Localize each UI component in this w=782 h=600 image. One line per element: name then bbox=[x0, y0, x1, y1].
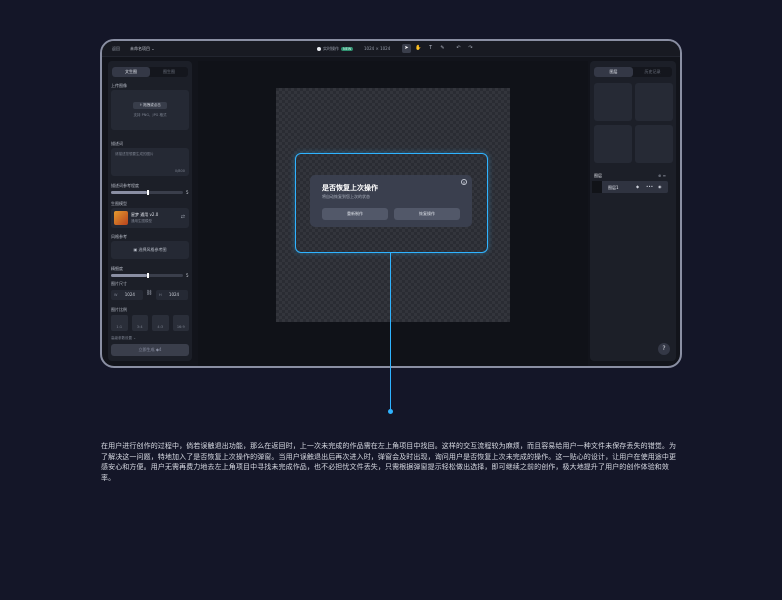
ratio-label: 图片比例 bbox=[111, 307, 127, 312]
upload-area[interactable]: ⇪ 拖拽或点击 支持 PNG、JPG 格式 bbox=[111, 90, 189, 130]
restore-dialog: 是否恢复上次操作 将自动恢复到您上次的状态 × 重新制作 恢复操作 bbox=[310, 175, 472, 227]
ratio-option[interactable]: 1:1 bbox=[111, 315, 128, 331]
back-button[interactable]: 返回 bbox=[112, 46, 120, 52]
live-mode-toggle[interactable]: 实时操作 NEW bbox=[317, 46, 354, 52]
link-icon[interactable]: ⛓ bbox=[146, 290, 152, 296]
layer-thumbnail bbox=[592, 181, 602, 193]
undo-icon[interactable]: ↶ bbox=[454, 44, 463, 53]
layer-name: 图层1 bbox=[608, 185, 619, 190]
brush-icon[interactable]: ✎ bbox=[438, 44, 447, 53]
right-tabs: 图层 历史记录 bbox=[594, 67, 672, 77]
new-badge: NEW bbox=[341, 47, 354, 51]
tab-layers[interactable]: 图层 bbox=[594, 67, 633, 77]
chevron-down-icon: ⌄ bbox=[133, 336, 137, 340]
prompt-placeholder: 请描述您想要生成的图片 bbox=[115, 152, 154, 156]
restore-button[interactable]: 恢复操作 bbox=[394, 208, 460, 220]
tab-image-to-image[interactable]: 图生图 bbox=[150, 67, 188, 77]
model-thumbnail bbox=[114, 211, 128, 225]
description-text: 在用户进行创作的过程中，倘若误触退出功能，那么在返回时，上一次未完成的作品需在左… bbox=[101, 442, 677, 482]
style-reference-button[interactable]: ▣ 选择风格参考图 bbox=[111, 241, 189, 259]
redo-icon[interactable]: ↷ bbox=[466, 44, 475, 53]
live-label: 实时操作 bbox=[323, 46, 339, 51]
annotation-dot bbox=[388, 409, 393, 414]
ratio-option[interactable]: 3:4 bbox=[131, 315, 148, 331]
detail-slider[interactable] bbox=[111, 273, 183, 278]
detail-label: 精细度 bbox=[111, 266, 123, 271]
layer-row[interactable]: 图层1 ◆ ••• ◉ bbox=[592, 181, 668, 193]
model-name: 星梦 通用 v2.0 bbox=[131, 212, 159, 217]
top-toolbar: 返回 未命名项目 ⌄ 实时操作 NEW 1024 × 1024 ➤ ✋ T ✎ … bbox=[102, 41, 680, 57]
lock-icon[interactable]: ◆ bbox=[636, 184, 639, 189]
style-button-content: ▣ 选择风格参考图 bbox=[133, 247, 167, 252]
upload-button[interactable]: ⇪ 拖拽或点击 bbox=[133, 102, 167, 109]
hand-icon[interactable]: ✋ bbox=[414, 44, 423, 53]
prompt-input[interactable]: 请描述您想要生成的图片 0/800 bbox=[111, 148, 189, 176]
prompt-count: 0/800 bbox=[174, 169, 185, 173]
toggle-icon bbox=[317, 47, 321, 51]
text-icon[interactable]: T bbox=[426, 44, 435, 53]
slider-handle[interactable] bbox=[147, 190, 149, 195]
preset-tile[interactable] bbox=[635, 125, 673, 163]
more-icon[interactable]: ••• bbox=[646, 184, 653, 189]
advanced-settings-toggle[interactable]: 高级参数设置 ⌄ bbox=[111, 336, 136, 341]
annotation-line bbox=[390, 253, 391, 409]
cursor-icon[interactable]: ➤ bbox=[402, 44, 411, 53]
remake-button[interactable]: 重新制作 bbox=[322, 208, 388, 220]
slider-handle[interactable] bbox=[147, 273, 149, 278]
model-desc: 通用生图模型 bbox=[131, 219, 152, 223]
height-input[interactable]: H 1024 bbox=[156, 290, 188, 300]
width-input[interactable]: W 1024 bbox=[111, 290, 143, 300]
help-button[interactable]: ? bbox=[658, 343, 670, 355]
ref-strength-value: 5 bbox=[186, 190, 189, 195]
layers-label: 图层 bbox=[594, 173, 602, 178]
mode-tabs: 文生图 图生图 bbox=[112, 67, 188, 77]
upload-hint: 支持 PNG、JPG 格式 bbox=[133, 113, 167, 117]
upload-label: 上传图像 bbox=[111, 83, 127, 88]
dialog-title: 是否恢复上次操作 bbox=[322, 184, 378, 192]
project-name[interactable]: 未命名项目 ⌄ bbox=[130, 46, 155, 52]
model-selector[interactable]: 星梦 通用 v2.0 通用生图模型 ⇄ bbox=[111, 208, 189, 228]
right-layers-panel: 图层 历史记录 图层 ⊕ ≡ 图层1 ◆ ••• ◉ ? bbox=[590, 61, 676, 361]
dialog-subtitle: 将自动恢复到您上次的状态 bbox=[322, 194, 370, 199]
tool-group: ➤ ✋ T ✎ ↶ ↷ bbox=[402, 44, 475, 53]
eye-icon[interactable]: ◉ bbox=[658, 184, 662, 189]
ratio-option[interactable]: 16:9 bbox=[172, 315, 189, 331]
canvas-size-selector[interactable]: 1024 × 1024 bbox=[364, 46, 390, 51]
close-icon[interactable]: × bbox=[461, 179, 467, 185]
tab-text-to-image[interactable]: 文生图 bbox=[112, 67, 150, 77]
ref-strength-label: 描述词参考程度 bbox=[111, 183, 139, 188]
size-label: 图片尺寸 bbox=[111, 281, 127, 286]
swap-icon: ⇄ bbox=[180, 214, 185, 220]
preset-tile[interactable] bbox=[594, 83, 632, 121]
prompt-label: 描述词 bbox=[111, 141, 123, 146]
layer-actions[interactable]: ⊕ ≡ bbox=[658, 173, 666, 178]
detail-value: 5 bbox=[186, 273, 189, 278]
style-label: 风格参考 bbox=[111, 234, 127, 239]
preset-tile[interactable] bbox=[635, 83, 673, 121]
ref-strength-slider[interactable] bbox=[111, 190, 183, 195]
ratio-options: 1:1 3:4 4:3 16:9 bbox=[111, 315, 189, 331]
left-settings-panel: 文生图 图生图 上传图像 ⇪ 拖拽或点击 支持 PNG、JPG 格式 描述词 请… bbox=[108, 61, 192, 361]
ratio-option[interactable]: 4:3 bbox=[152, 315, 169, 331]
tab-history[interactable]: 历史记录 bbox=[633, 67, 672, 77]
preset-tile[interactable] bbox=[594, 125, 632, 163]
model-label: 生图模型 bbox=[111, 201, 127, 206]
generate-button[interactable]: 立即生成 ◆4 bbox=[111, 344, 189, 356]
